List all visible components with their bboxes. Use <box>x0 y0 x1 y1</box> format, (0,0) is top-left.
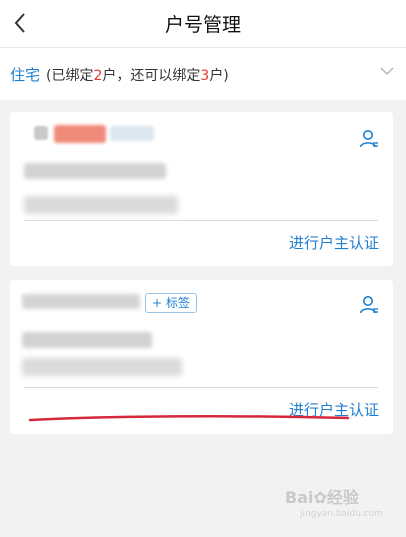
user-settings-icon[interactable] <box>358 128 380 150</box>
add-tag-button[interactable]: + 标签 <box>145 293 197 313</box>
address-redacted <box>24 196 178 214</box>
watermark-url: jingyan.baidu.com <box>300 509 384 519</box>
user-settings-icon[interactable] <box>358 294 380 316</box>
account-type-filter[interactable]: 住宅 (已绑定2户，还可以绑定3户) <box>0 48 406 100</box>
top-nav-bar: 户号管理 <box>0 0 406 48</box>
binding-suffix: 户) <box>209 68 229 84</box>
account-card[interactable]: 进行户主认证 <box>10 112 393 266</box>
account-name-redacted <box>22 294 140 309</box>
annotation-underline <box>28 415 350 422</box>
binding-middle: 户，还可以绑定 <box>102 68 201 84</box>
binding-summary: (已绑定2户，还可以绑定3户) <box>46 65 229 85</box>
account-number-redacted <box>24 163 166 179</box>
owner-auth-link[interactable]: 进行户主认证 <box>289 232 379 253</box>
account-name-redacted <box>34 126 48 140</box>
baidu-jingyan-watermark: Bai✿经验 <box>285 484 359 508</box>
watermark-brand: Bai <box>285 488 314 507</box>
account-name-redacted <box>110 126 154 141</box>
card-divider <box>24 220 378 221</box>
paw-icon: ✿ <box>313 488 327 507</box>
account-card[interactable]: + 标签 进行户主认证 <box>10 280 393 434</box>
remaining-count: 3 <box>200 68 210 84</box>
account-number-redacted <box>22 332 152 348</box>
address-redacted <box>22 358 182 376</box>
binding-prefix: (已绑定 <box>46 68 94 84</box>
page-title: 户号管理 <box>164 14 241 36</box>
account-name-redacted <box>54 125 106 143</box>
watermark-brand-suffix: 经验 <box>326 488 359 507</box>
account-type-label: 住宅 <box>10 66 41 84</box>
card-divider <box>24 387 378 388</box>
chevron-down-icon[interactable] <box>378 62 396 80</box>
